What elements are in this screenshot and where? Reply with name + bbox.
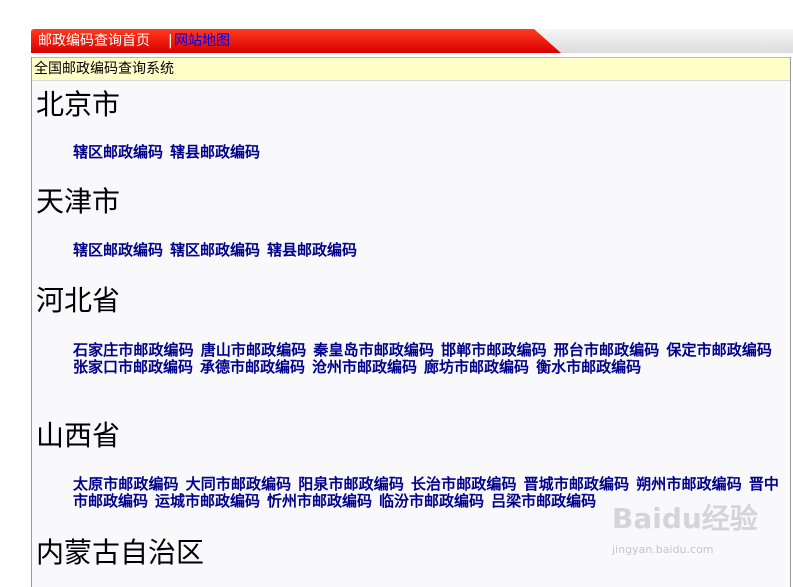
nav-tab: 邮政编码查询首页 | 网站地图 <box>31 29 561 53</box>
postcode-link[interactable]: 阳泉市邮政编码 <box>298 475 404 493</box>
postcode-link[interactable]: 朔州市邮政编码 <box>636 475 742 493</box>
nav-separator: | <box>168 33 173 49</box>
postcode-link[interactable]: 辖县邮政编码 <box>170 143 260 161</box>
postcode-link[interactable]: 沧州市邮政编码 <box>312 358 417 376</box>
postcode-link[interactable]: 大同市邮政编码 <box>186 475 292 493</box>
postcode-link[interactable]: 辖区邮政编码 <box>73 143 163 161</box>
postcode-link[interactable]: 廊坊市邮政编码 <box>424 358 529 376</box>
postcode-link[interactable]: 张家口市邮政编码 <box>73 358 193 376</box>
postcode-link[interactable]: 承德市邮政编码 <box>200 358 305 376</box>
postcode-link[interactable]: 长治市邮政编码 <box>411 475 517 493</box>
province-heading-inner-mongolia: 内蒙古自治区 <box>36 536 205 569</box>
postcode-link[interactable]: 邢台市邮政编码 <box>554 341 660 359</box>
postcode-link[interactable]: 秦皇岛市邮政编码 <box>313 341 434 359</box>
province-heading-tianjin: 天津市 <box>36 185 121 218</box>
sitemap-link[interactable]: 网站地图 <box>174 29 230 53</box>
postcode-link[interactable]: 运城市邮政编码 <box>155 492 260 510</box>
postcode-link[interactable]: 临汾市邮政编码 <box>379 492 484 510</box>
postcode-link[interactable]: 辖区邮政编码 <box>73 241 163 259</box>
postcode-link[interactable]: 吕梁市邮政编码 <box>491 492 596 510</box>
link-list-hebei: 石家庄市邮政编码 唐山市邮政编码 秦皇岛市邮政编码 邯郸市邮政编码 邢台市邮政编码 保定市… <box>73 342 779 376</box>
baidu-watermark: Baidu经验 <box>612 502 758 535</box>
link-list-beijing: 辖区邮政编码 辖县邮政编码 <box>73 144 779 161</box>
province-heading-shanxi: 山西省 <box>36 419 121 452</box>
postcode-link[interactable]: 邯郸市邮政编码 <box>441 341 547 359</box>
postcode-link[interactable]: 石家庄市邮政编码 <box>73 341 194 359</box>
postcode-link[interactable]: 太原市邮政编码 <box>73 475 179 493</box>
link-list-tianjin: 辖区邮政编码 辖区邮政编码 辖县邮政编码 <box>73 242 779 259</box>
postcode-link[interactable]: 忻州市邮政编码 <box>267 492 372 510</box>
system-title: 全国邮政编码查询系统 <box>32 57 790 81</box>
postcode-link[interactable]: 晋城市邮政编码 <box>524 475 630 493</box>
postcode-link[interactable]: 唐山市邮政编码 <box>201 341 307 359</box>
postcode-link[interactable]: 衡水市邮政编码 <box>536 358 641 376</box>
top-nav-bar: 邮政编码查询首页 | 网站地图 <box>31 29 793 53</box>
province-heading-beijing: 北京市 <box>36 88 121 121</box>
home-link[interactable]: 邮政编码查询首页 <box>38 29 150 53</box>
watermark-url: jingyan.baidu.com <box>612 543 714 556</box>
postcode-link[interactable]: 辖县邮政编码 <box>267 241 357 259</box>
postcode-link[interactable]: 保定市邮政编码 <box>666 341 772 359</box>
province-heading-hebei: 河北省 <box>36 284 121 317</box>
postcode-link[interactable]: 辖区邮政编码 <box>170 241 260 259</box>
